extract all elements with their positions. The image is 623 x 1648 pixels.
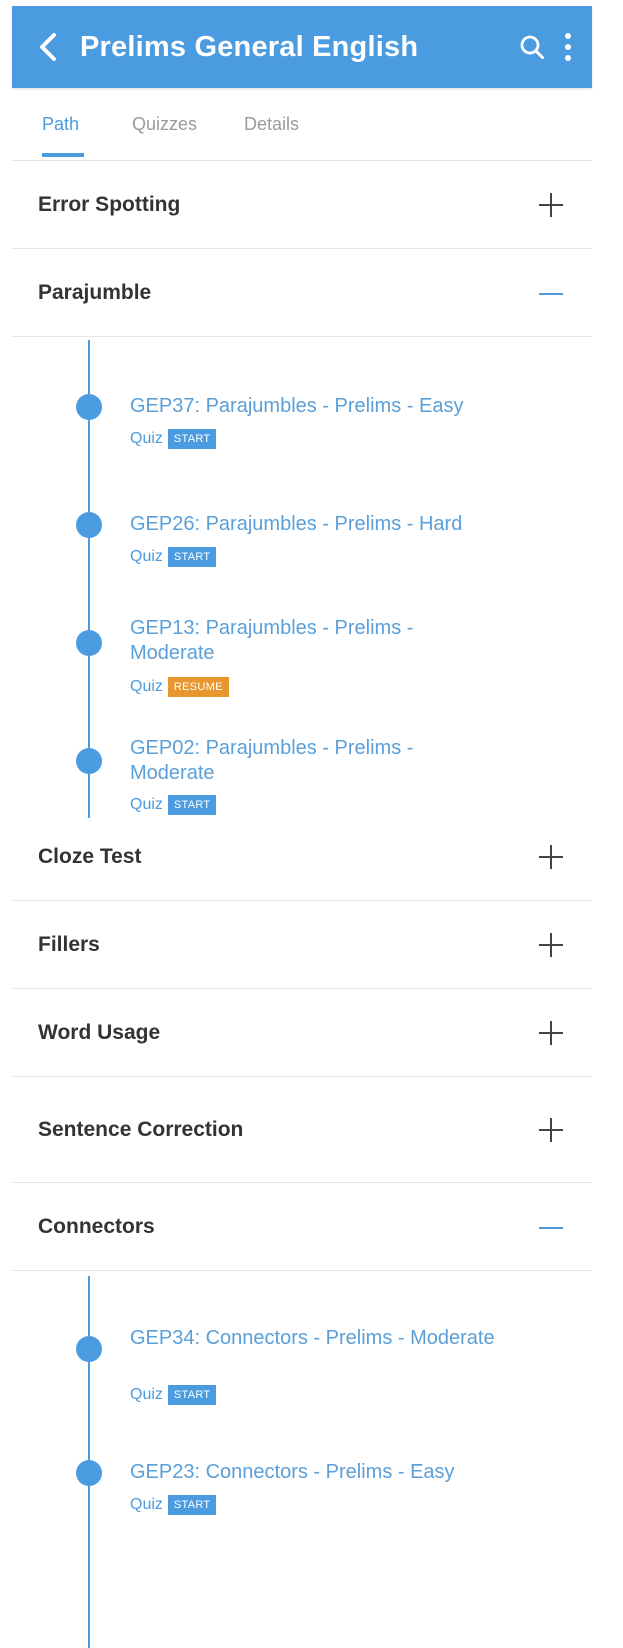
search-button[interactable] <box>514 6 550 88</box>
quiz-title[interactable]: GEP13: Parajumbles - Prelims - Moderate <box>130 616 500 666</box>
page-title: Prelims General English <box>80 30 419 63</box>
section-parajumble: Parajumble <box>12 250 592 337</box>
timeline-dot <box>76 748 102 774</box>
section-header[interactable]: Parajumble <box>12 250 592 337</box>
item-kind: Quiz <box>130 430 163 447</box>
quiz-title[interactable]: GEP37: Parajumbles - Prelims - Easy <box>130 394 550 419</box>
start-button[interactable]: START <box>167 1495 217 1515</box>
timeline-dot <box>76 630 102 656</box>
quiz-meta: Quiz START <box>130 428 217 450</box>
item-kind: Quiz <box>130 678 163 695</box>
quiz-meta: Quiz RESUME <box>130 676 229 698</box>
plus-icon[interactable] <box>536 190 566 220</box>
quiz-meta: Quiz START <box>130 1494 217 1516</box>
timeline-dot <box>76 1336 102 1362</box>
section-title: Fillers <box>38 933 100 956</box>
minus-icon[interactable] <box>536 1212 566 1242</box>
section-sentence-correction: Sentence Correction <box>12 1078 592 1183</box>
item-kind: Quiz <box>130 548 163 565</box>
quiz-meta: Quiz START <box>130 546 217 568</box>
more-vert-icon <box>565 33 571 61</box>
section-header[interactable]: Cloze Test <box>12 814 592 901</box>
section-connectors: Connectors <box>12 1184 592 1271</box>
section-title: Word Usage <box>38 1021 161 1044</box>
tab-path[interactable]: Path <box>42 88 79 160</box>
minus-icon[interactable] <box>536 278 566 308</box>
back-button[interactable] <box>18 6 78 88</box>
section-fillers: Fillers <box>12 902 592 989</box>
chevron-left-icon <box>40 33 56 61</box>
app-bar: Prelims General English <box>12 6 592 88</box>
section-header[interactable]: Fillers <box>12 902 592 989</box>
section-cloze-test: Cloze Test <box>12 814 592 901</box>
timeline-dot <box>76 1460 102 1486</box>
section-header[interactable]: Word Usage <box>12 990 592 1077</box>
plus-icon[interactable] <box>536 930 566 960</box>
tab-details[interactable]: Details <box>244 88 299 160</box>
section-title: Error Spotting <box>38 193 181 216</box>
start-button[interactable]: START <box>167 1385 217 1405</box>
tab-quizzes[interactable]: Quizzes <box>132 88 197 160</box>
item-kind: Quiz <box>130 796 163 813</box>
quiz-title[interactable]: GEP23: Connectors - Prelims - Easy <box>130 1460 550 1485</box>
quiz-title[interactable]: GEP02: Parajumbles - Prelims - Moderate <box>130 736 500 786</box>
section-title: Parajumble <box>38 281 152 304</box>
item-kind: Quiz <box>130 1386 163 1403</box>
section-title: Cloze Test <box>38 845 142 868</box>
plus-icon[interactable] <box>536 1018 566 1048</box>
search-icon <box>520 35 544 59</box>
section-title: Connectors <box>38 1215 155 1238</box>
tab-bar: Path Quizzes Details <box>12 88 592 161</box>
plus-icon[interactable] <box>536 1115 566 1145</box>
start-button[interactable]: START <box>167 795 217 815</box>
section-word-usage: Word Usage <box>12 990 592 1077</box>
quiz-meta: Quiz START <box>130 1384 217 1406</box>
active-tab-indicator <box>42 153 84 157</box>
start-button[interactable]: START <box>167 429 217 449</box>
more-menu-button[interactable] <box>550 6 586 88</box>
section-header[interactable]: Connectors <box>12 1184 592 1271</box>
quiz-meta: Quiz START <box>130 794 217 816</box>
section-title: Sentence Correction <box>38 1118 244 1141</box>
timeline-dot <box>76 394 102 420</box>
plus-icon[interactable] <box>536 842 566 872</box>
quiz-title[interactable]: GEP34: Connectors - Prelims - Moderate <box>130 1326 500 1351</box>
timeline-dot <box>76 512 102 538</box>
section-header[interactable]: Error Spotting <box>12 162 592 249</box>
quiz-title[interactable]: GEP26: Parajumbles - Prelims - Hard <box>130 512 550 537</box>
start-button[interactable]: START <box>167 547 217 567</box>
section-error-spotting: Error Spotting <box>12 162 592 249</box>
resume-button[interactable]: RESUME <box>167 677 229 697</box>
section-header[interactable]: Sentence Correction <box>12 1078 592 1183</box>
item-kind: Quiz <box>130 1496 163 1513</box>
